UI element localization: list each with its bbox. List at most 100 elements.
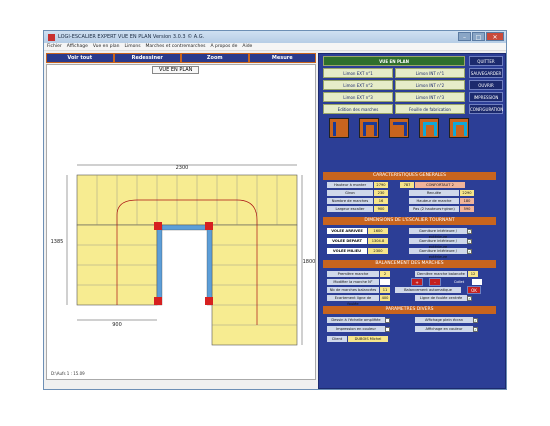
modifier-marche-label: Modifier la marche N°: [327, 279, 379, 285]
modifier-marche-field[interactable]: [380, 279, 390, 285]
post-3: [154, 297, 162, 305]
dim-left-label: 1385: [51, 239, 64, 245]
hauteur-field[interactable]: 2790: [374, 182, 388, 188]
nb-marches-field[interactable]: 16: [374, 198, 388, 204]
post-4: [205, 297, 213, 305]
volee-depart-field[interactable]: 1304.8: [368, 238, 388, 244]
menu-limons[interactable]: Limons: [124, 44, 140, 49]
stair-type-straight-icon[interactable]: [329, 118, 349, 138]
vue-en-plan-button[interactable]: VUE EN PLAN: [323, 56, 465, 66]
volee-arrivee-field[interactable]: 1600: [368, 228, 388, 234]
dim-bottom-label: 900: [112, 322, 122, 328]
close-button[interactable]: ✕: [486, 32, 504, 41]
limon-int-2-button[interactable]: Limon INT n°2: [395, 80, 465, 90]
ecartement-label: Ecartement ligne de foulée: [327, 295, 379, 306]
menu-vue-en-plan[interactable]: Vue en plan: [93, 44, 120, 49]
limon-ext-1-button[interactable]: Limon EXT n°1: [323, 68, 393, 78]
largeur-label: Largeur escalier: [327, 206, 373, 212]
ligne-centree-checkbox[interactable]: ✓: [467, 295, 472, 301]
pas-field: 590: [460, 206, 474, 212]
dessin-echelle-checkbox[interactable]: [385, 317, 390, 323]
volee-milieu-label: VOLEE MILIEU: [327, 248, 367, 254]
giron-field[interactable]: 230: [374, 190, 388, 196]
maximize-button[interactable]: □: [472, 32, 485, 41]
staircase-plan[interactable]: 2300 1385 1800 900: [47, 75, 315, 375]
collet-field[interactable]: [472, 279, 482, 285]
app-icon: [48, 33, 55, 41]
premiere-marche-label: Première marche balancée: [327, 271, 379, 282]
ratio-field: 787: [400, 182, 414, 188]
ok-button[interactable]: OK: [467, 286, 481, 294]
limon-ext-2-button[interactable]: Limon EXT n°2: [323, 80, 393, 90]
drawing-toolbar: Voir tout Redessiner Zoom Mesure: [46, 53, 316, 63]
affichage-couleur-checkbox[interactable]: ✓: [473, 326, 478, 332]
drawing-canvas[interactable]: VUE EN PLAN 2300 1385 1800 900 D:\Aufs 1…: [46, 64, 316, 380]
pas-label: Pas (2 hauteurs+giron): [409, 206, 459, 212]
limon-int-1-button[interactable]: Limon INT n°1: [395, 68, 465, 78]
feuille-fabrication-button[interactable]: Feuille de fabrication: [395, 104, 465, 114]
menu-bar: Fichier Affichage Vue en plan Limons Mar…: [44, 43, 506, 51]
menu-marches[interactable]: Marches et contremarches: [146, 44, 206, 49]
recul-label: Reculée: [409, 190, 459, 196]
minus-button[interactable]: -: [429, 278, 441, 286]
inner-stringer-top: [156, 224, 213, 231]
impression-button[interactable]: IMPRESSION: [469, 92, 503, 102]
sauvegarder-button[interactable]: SAUVEGARDER: [469, 68, 503, 78]
edition-marches-button[interactable]: Edition des marches: [323, 104, 393, 114]
impression-couleur-checkbox[interactable]: [385, 326, 390, 332]
plus-button[interactable]: +: [411, 278, 423, 286]
menu-a-propos[interactable]: A propos de: [210, 44, 237, 49]
stair-type-u-icon[interactable]: [419, 118, 439, 138]
limon-int-3-button[interactable]: Limon INT n°3: [395, 92, 465, 102]
client-label: Client: [327, 336, 347, 342]
post-1: [154, 222, 162, 230]
redessiner-button[interactable]: Redessiner: [114, 54, 180, 62]
minimize-button[interactable]: –: [458, 32, 471, 41]
plein-ecran-checkbox[interactable]: ✓: [473, 317, 478, 323]
hauteur-label: Hauteur à monter: [327, 182, 373, 188]
volee-milieu-field[interactable]: 2300: [368, 248, 388, 254]
dim-top-label: 2300: [176, 165, 189, 171]
voir-tout-button[interactable]: Voir tout: [47, 54, 113, 62]
section-dimensions: DIMENSIONS DE L'ESCALIER TOURNANT: [323, 217, 496, 225]
garniture-1-checkbox[interactable]: ✓: [467, 228, 472, 234]
inner-stringer-left: [156, 224, 163, 306]
garniture-3-checkbox[interactable]: ✓: [467, 248, 472, 254]
volee-arrivee-label: VOLEE ARRIVEE: [327, 228, 367, 234]
status-bar: D:\Aufs 1 : 15.09: [51, 371, 85, 376]
ligne-centree-label: Ligne de foulée centrée: [415, 295, 467, 301]
derniere-marche-field[interactable]: 12: [468, 271, 478, 277]
section-balancement: BALANCEMENT DES MARCHES: [323, 260, 496, 268]
garniture-3-label: Garniture intérieure / extérieure: [409, 248, 467, 259]
premiere-marche-field[interactable]: 2: [380, 271, 390, 277]
ecartement-field[interactable]: 400: [380, 295, 390, 301]
configuration-button[interactable]: CONFIGURATION: [469, 104, 503, 114]
menu-aide[interactable]: Aide: [242, 44, 252, 49]
menu-fichier[interactable]: Fichier: [47, 44, 62, 49]
quitter-button[interactable]: QUITTER: [469, 56, 503, 66]
section-caracteristiques: CARACTERISTIQUES GENERALES: [323, 172, 496, 180]
inner-stringer-right: [206, 224, 213, 306]
affichage-couleur-label: Affichage en couleur: [415, 326, 473, 332]
impression-couleur-label: Impression en couleur: [327, 326, 385, 332]
menu-affichage[interactable]: Affichage: [67, 44, 88, 49]
nb-marches-label: Nombre de marches: [327, 198, 373, 204]
stair-type-quarter-icon[interactable]: [359, 118, 379, 138]
collet-label: Collet: [447, 279, 471, 285]
largeur-field[interactable]: 900: [374, 206, 388, 212]
client-field[interactable]: DUBOIS Michel: [348, 336, 388, 342]
dessin-echelle-label: Dessin à l'échelle amplifiée: [327, 317, 385, 323]
ouvrir-button[interactable]: OUVRIR: [469, 80, 503, 90]
stair-type-double-quarter-icon[interactable]: [449, 118, 469, 138]
volee-depart-label: VOLEE DEPART: [327, 238, 367, 244]
recul-field[interactable]: 2290: [460, 190, 474, 196]
zoom-button[interactable]: Zoom: [182, 54, 248, 62]
limon-ext-3-button[interactable]: Limon EXT n°3: [323, 92, 393, 102]
confort-badge: CONFORTAUT 2: [415, 182, 465, 188]
nb-balancees-label: Nb de marches balancées: [327, 287, 379, 293]
control-panel: VUE EN PLAN Limon EXT n°1 Limon INT n°1 …: [318, 53, 506, 389]
post-2: [205, 222, 213, 230]
mesure-button[interactable]: Mesure: [249, 54, 315, 62]
garniture-2-checkbox[interactable]: ✓: [467, 238, 472, 244]
stair-type-l-icon[interactable]: [389, 118, 409, 138]
